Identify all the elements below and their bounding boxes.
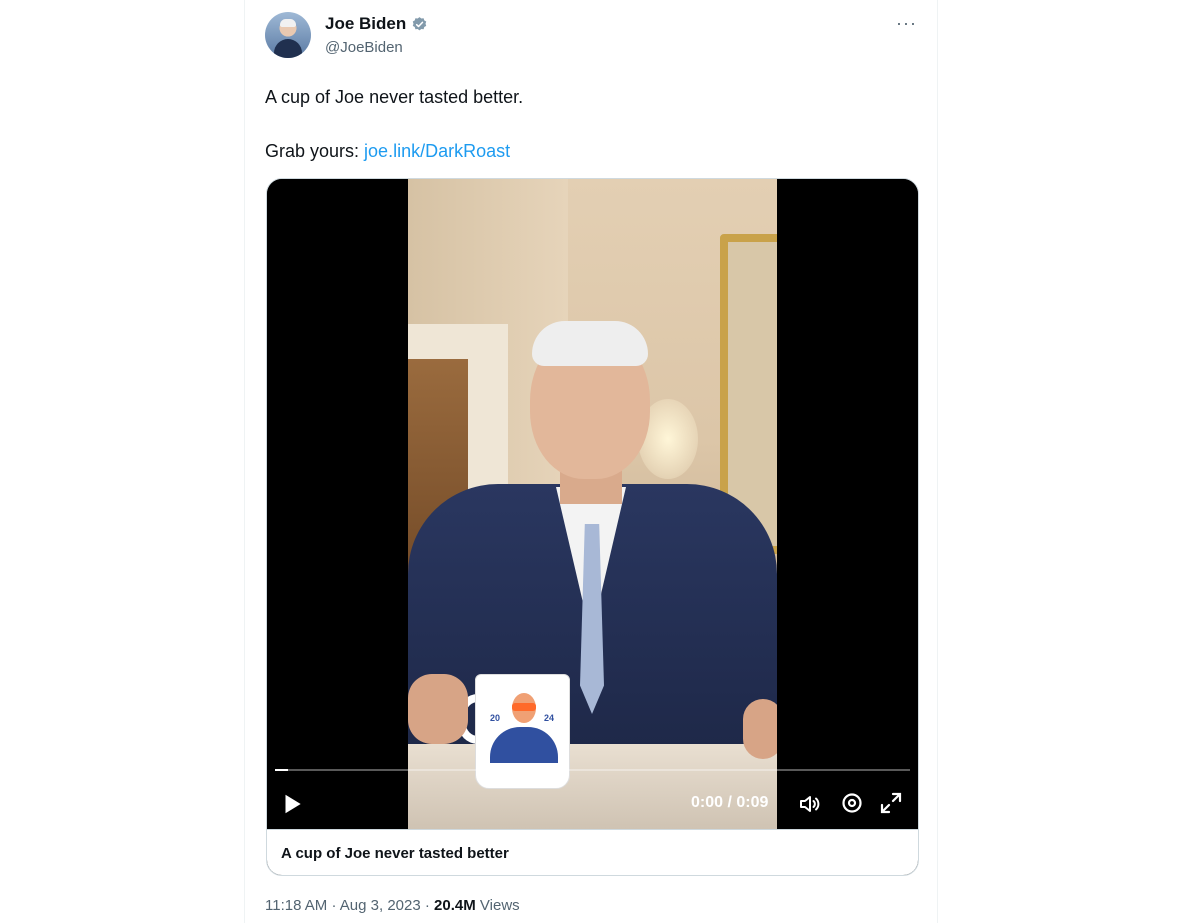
play-icon[interactable] <box>279 791 305 817</box>
more-options-icon[interactable]: ··· <box>896 14 917 32</box>
mug-year-right: 24 <box>544 713 555 723</box>
tweet-text-prefix: Grab yours: <box>265 141 365 161</box>
person-hand-left <box>408 674 468 744</box>
settings-icon[interactable] <box>840 791 864 815</box>
fullscreen-icon[interactable] <box>879 791 903 815</box>
avatar[interactable] <box>265 12 311 58</box>
person-hair <box>532 321 648 366</box>
person-hand-right <box>743 699 777 759</box>
video-player[interactable]: 20 24 0:00 / 0:09 <box>267 179 918 829</box>
video-frame: 20 24 <box>408 179 777 829</box>
meta-separator: · <box>331 897 337 914</box>
media-card: 20 24 0:00 / 0:09 A cup of Joe never tas… <box>266 178 919 876</box>
volume-icon[interactable] <box>797 792 823 816</box>
author-name-row: Joe Biden <box>325 14 428 34</box>
mug-portrait-sunglasses <box>512 703 536 711</box>
tweet-link[interactable]: joe.link/DarkRoast <box>364 141 510 161</box>
mug-year-left: 20 <box>490 713 501 723</box>
tweet-text-line1: A cup of Joe never tasted better. <box>265 87 524 107</box>
tweet-time[interactable]: 11:18 AM <box>265 897 327 914</box>
author-display-name[interactable]: Joe Biden <box>325 14 406 34</box>
tweet-card: Joe Biden @JoeBiden ··· A cup of Joe nev… <box>244 0 938 923</box>
views-label: Views <box>479 897 520 914</box>
meta-separator-2: · <box>424 897 430 914</box>
video-progress-fill <box>275 769 288 771</box>
mug-portrait-suit <box>490 727 558 763</box>
avatar-suit <box>274 39 302 58</box>
coffee-mug: 20 24 <box>475 674 570 789</box>
scene-table <box>408 744 777 829</box>
tweet-text-line2: Grab yours: joe.link/DarkRoast <box>265 138 510 164</box>
tweet-date[interactable]: Aug 3, 2023 <box>340 897 421 914</box>
verified-badge-icon <box>413 16 427 30</box>
tweet-meta: 11:18 AM · Aug 3, 2023 · 20.4M Views <box>265 897 520 914</box>
video-progress-bar[interactable] <box>275 769 910 771</box>
video-time-display: 0:00 / 0:09 <box>691 794 769 811</box>
author-handle[interactable]: @JoeBiden <box>325 39 403 56</box>
views-count: 20.4M <box>434 897 476 914</box>
media-caption[interactable]: A cup of Joe never tasted better <box>267 829 918 875</box>
avatar-hair <box>280 19 296 27</box>
